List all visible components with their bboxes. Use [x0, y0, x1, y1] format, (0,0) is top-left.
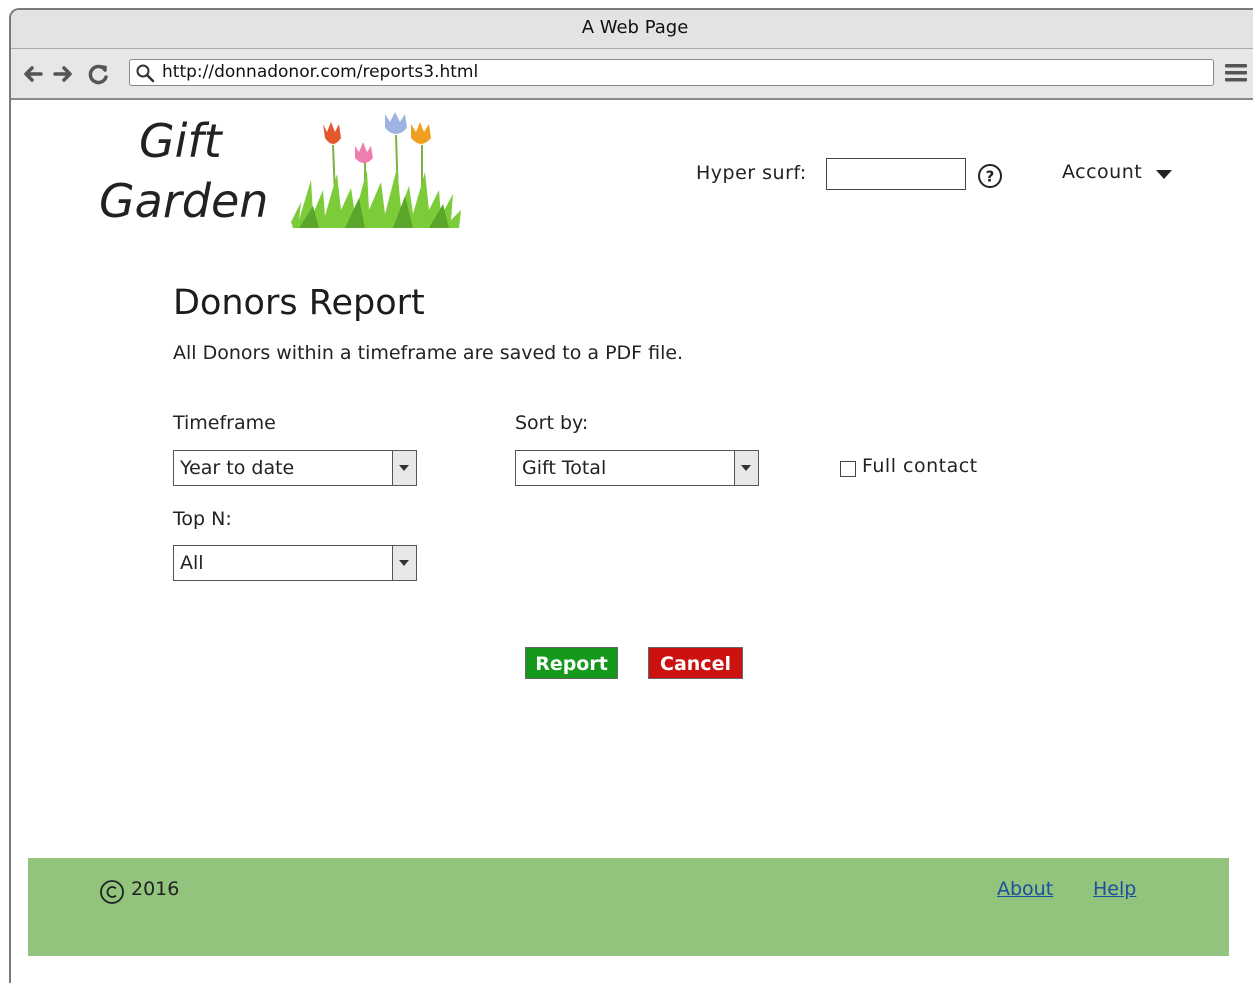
sort-by-label: Sort by: — [515, 412, 589, 434]
report-button[interactable]: Report — [525, 647, 618, 679]
hamburger-menu-icon[interactable] — [1225, 63, 1247, 83]
hyper-surf-label: Hyper surf: — [696, 162, 807, 184]
full-contact-label: Full contact — [862, 455, 978, 477]
chevron-down-icon[interactable] — [1156, 170, 1172, 180]
footer: 2016 About Help — [28, 858, 1229, 956]
full-contact-checkbox[interactable] — [840, 461, 856, 477]
hyper-surf-input[interactable] — [826, 158, 966, 190]
sort-by-value: Gift Total — [522, 457, 607, 479]
refresh-icon[interactable] — [87, 62, 111, 86]
tulips-logo-icon — [291, 112, 461, 228]
top-n-select[interactable]: All — [173, 545, 417, 581]
logo-text-garden: Garden — [99, 174, 269, 228]
browser-toolbar: http://donnadonor.com/reports3.html — [11, 49, 1253, 100]
search-icon — [136, 64, 155, 83]
timeframe-value: Year to date — [180, 457, 295, 479]
back-arrow-icon[interactable] — [21, 62, 45, 86]
dropdown-arrow-icon[interactable] — [392, 451, 416, 485]
window-title: A Web Page — [11, 10, 1253, 49]
forward-arrow-icon[interactable] — [51, 62, 75, 86]
cancel-button[interactable]: Cancel — [648, 647, 743, 679]
browser-window: A Web Page http://donnadonor.com/reports… — [9, 8, 1253, 983]
url-text: http://donnadonor.com/reports3.html — [162, 62, 479, 82]
sort-by-select[interactable]: Gift Total — [515, 450, 759, 486]
logo-text-gift: Gift — [139, 114, 222, 168]
account-menu[interactable]: Account — [1062, 161, 1142, 183]
dropdown-arrow-icon[interactable] — [734, 451, 758, 485]
page-title: Donors Report — [173, 283, 425, 323]
address-bar[interactable]: http://donnadonor.com/reports3.html — [129, 59, 1214, 86]
timeframe-select[interactable]: Year to date — [173, 450, 417, 486]
copyright-year: 2016 — [131, 878, 180, 900]
dropdown-arrow-icon[interactable] — [392, 546, 416, 580]
top-n-value: All — [180, 552, 204, 574]
svg-text:?: ? — [986, 168, 995, 186]
page-description: All Donors within a timeframe are saved … — [173, 342, 684, 364]
footer-help-link[interactable]: Help — [1093, 878, 1136, 900]
top-n-label: Top N: — [173, 508, 232, 530]
timeframe-label: Timeframe — [173, 412, 276, 434]
copyright-icon — [100, 880, 124, 904]
footer-about-link[interactable]: About — [997, 878, 1053, 900]
help-question-icon[interactable]: ? — [977, 163, 1003, 189]
